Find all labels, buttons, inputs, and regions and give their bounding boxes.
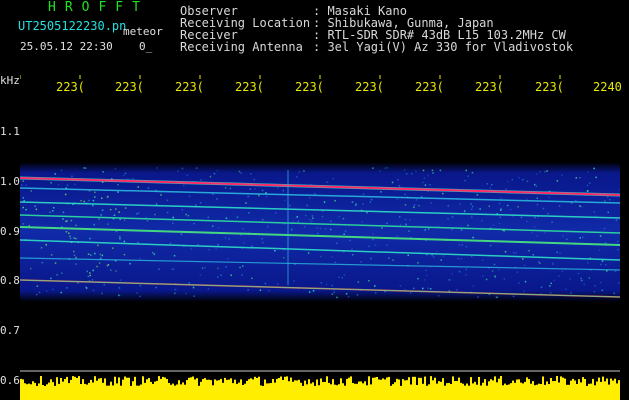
spectrogram-plot (20, 75, 620, 400)
y-axis-unit: kHz (0, 74, 20, 87)
top-tick-marks (20, 75, 561, 79)
y-tick-0.8: 0.8 (0, 274, 20, 287)
noise-band (20, 162, 620, 302)
y-tick-1.0: 1.0 (0, 175, 20, 188)
field-label-antenna: Receiving Antenna (180, 40, 303, 54)
app-brand: HROFFT (48, 0, 149, 15)
signal-level-bar (20, 376, 620, 400)
datetime-label: 25.05.12 22:30 (20, 40, 113, 53)
field-value-antenna: : 3el Yagi(V) Az 330 for Vladivostok (313, 40, 574, 54)
y-tick-0.9: 0.9 (0, 225, 20, 238)
meteor-count: 0_ (139, 40, 153, 53)
filename-label: UT2505122230.pn (18, 19, 127, 33)
y-tick-0.6: 0.6 (0, 374, 20, 387)
meteor-label: meteor (123, 25, 163, 38)
y-tick-0.7: 0.7 (0, 324, 20, 337)
y-tick-1.1: 1.1 (0, 125, 20, 138)
